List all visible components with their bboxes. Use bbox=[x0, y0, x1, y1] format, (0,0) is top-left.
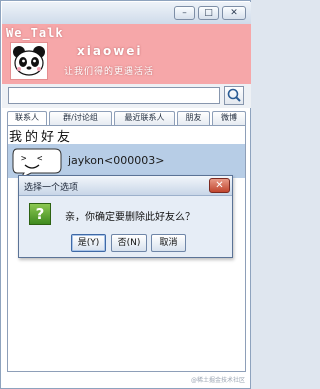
dialog-title: 选择一个选项 bbox=[24, 183, 79, 193]
tab-weibo[interactable]: 微博 bbox=[212, 111, 246, 125]
panda-icon bbox=[11, 43, 47, 79]
tab-friends[interactable]: 朋友 bbox=[177, 111, 210, 125]
app-name: We_Talk bbox=[6, 26, 64, 40]
app-window: – □ ✕ We_Talk xiaowei 让我们得的更遇活活 联系人 群/讨论… bbox=[0, 0, 251, 389]
contact-avatar: > < bbox=[11, 145, 63, 180]
minimize-button[interactable]: – bbox=[174, 6, 195, 20]
svg-text:>: > bbox=[21, 154, 27, 164]
contact-tabs: 联系人 群/讨论组 最近联系人 朋友 微博 bbox=[7, 111, 246, 125]
contact-row[interactable]: > < jaykon<000003> bbox=[8, 144, 245, 180]
window-titlebar[interactable]: – □ ✕ bbox=[2, 2, 251, 24]
close-window-button[interactable]: ✕ bbox=[222, 6, 246, 20]
watermark: @稀土掘金技术社区 bbox=[191, 377, 246, 384]
profile-header: We_Talk xiaowei 让我们得的更遇活活 bbox=[2, 24, 251, 84]
maximize-button[interactable]: □ bbox=[198, 6, 219, 20]
svg-text:<: < bbox=[37, 154, 43, 164]
dialog-titlebar[interactable]: 选择一个选项 ✕ bbox=[19, 176, 232, 196]
dialog-message: 亲，你确定要删除此好友么？ bbox=[65, 212, 195, 223]
tab-contacts[interactable]: 联系人 bbox=[7, 111, 47, 125]
cancel-button[interactable]: 取消 bbox=[151, 234, 186, 252]
search-icon bbox=[227, 88, 241, 102]
tab-recent-contacts[interactable]: 最近联系人 bbox=[114, 111, 175, 125]
search-button[interactable] bbox=[224, 86, 244, 105]
user-avatar[interactable] bbox=[10, 42, 48, 80]
contact-name: jaykon<000003> bbox=[68, 154, 165, 167]
search-bar bbox=[2, 84, 251, 108]
no-button[interactable]: 否(N) bbox=[111, 234, 147, 252]
search-input[interactable] bbox=[8, 87, 220, 104]
group-header[interactable]: 我的好友 bbox=[9, 126, 73, 145]
dialog-close-button[interactable]: ✕ bbox=[209, 178, 230, 193]
tab-groups[interactable]: 群/讨论组 bbox=[49, 111, 112, 125]
username: xiaowei bbox=[77, 44, 143, 58]
question-icon: ? bbox=[29, 203, 51, 225]
user-signature[interactable]: 让我们得的更遇活活 bbox=[64, 64, 154, 77]
confirm-delete-dialog: 选择一个选项 ✕ ? 亲，你确定要删除此好友么？ 是(Y) 否(N) 取消 bbox=[18, 175, 233, 258]
smiley-bubble-icon: > < bbox=[12, 148, 62, 180]
yes-button[interactable]: 是(Y) bbox=[71, 234, 106, 252]
